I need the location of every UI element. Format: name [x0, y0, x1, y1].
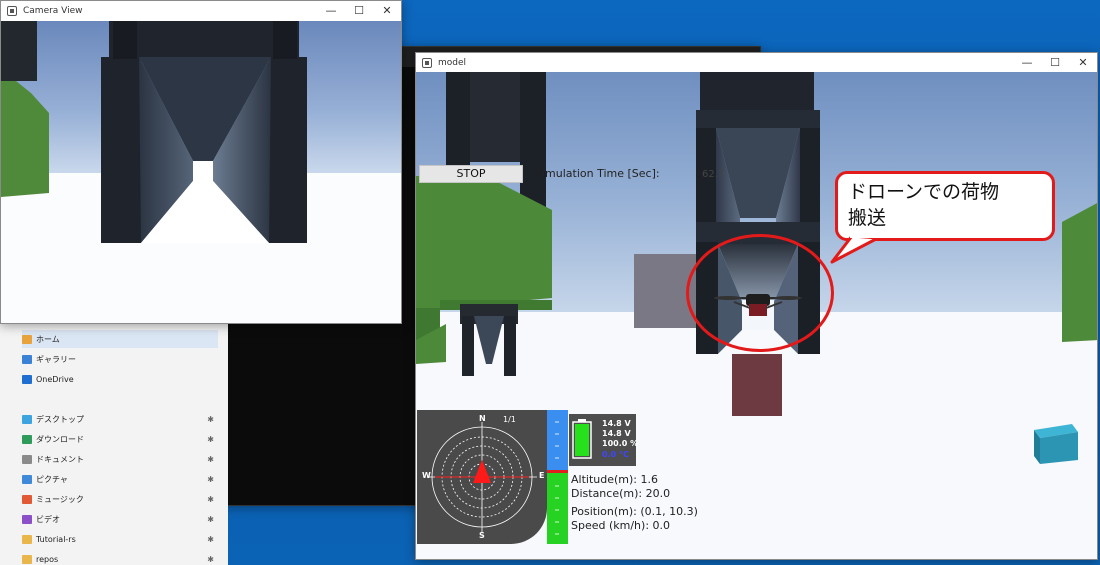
simulation-time-label: Simulation Time [Sec]: [535, 167, 660, 180]
window-title: Camera View [23, 6, 83, 16]
nav-item[interactable]: ピクチャ ✱ [22, 470, 218, 488]
pin-icon[interactable]: ✱ [207, 455, 214, 464]
compass-east: E [539, 471, 545, 480]
annotation-callout: ドローンでの荷物 搬送 [835, 171, 1055, 241]
battery-panel: 14.8 V 14.8 V 100.0 % 0.0 °C [569, 414, 639, 466]
music-icon [22, 494, 32, 504]
nav-item-label: ビデオ [36, 514, 60, 524]
compass-radar [427, 422, 537, 532]
close-button[interactable]: ✕ [373, 1, 401, 21]
nav-item-label: ピクチャ [36, 474, 68, 484]
simulation-titlebar[interactable]: model — ☐ ✕ [416, 53, 1097, 72]
altitude-readout: Altitude(m): 1.6 [571, 473, 658, 486]
stop-button[interactable]: STOP [419, 165, 523, 183]
file-explorer-window[interactable]: ホーム ギャラリー OneDrive デスクトップ ✱ ダウンロード ✱ ドキュメント ✱ ピクチ… [0, 322, 228, 565]
video-icon [22, 514, 32, 524]
nav-item[interactable]: ギャラリー [22, 350, 218, 368]
nav-item[interactable]: ダウンロード ✱ [22, 430, 218, 448]
nav-item[interactable]: ビデオ ✱ [22, 510, 218, 528]
battery-percent: 100.0 % [602, 439, 639, 448]
maximize-button[interactable]: ☐ [1041, 53, 1069, 73]
compass-north: N [479, 414, 486, 423]
pin-icon[interactable]: ✱ [207, 435, 214, 444]
compass-page: 1/1 [503, 415, 516, 424]
compass-west: W [422, 471, 431, 480]
heading-arrow-icon [473, 460, 491, 483]
nav-item-label: ドキュメント [36, 454, 84, 464]
nav-item[interactable]: repos ✱ [22, 550, 218, 565]
minimize-button[interactable]: — [317, 1, 345, 21]
simulation-time-value: 62.7 [702, 169, 725, 180]
window-app-icon [7, 6, 17, 16]
nav-item-label: Tutorial-rs [36, 534, 76, 544]
camera-titlebar[interactable]: Camera View — ☐ ✕ [1, 1, 401, 21]
nav-item-label: repos [36, 554, 59, 564]
camera-scene [1, 21, 401, 323]
documents-icon [22, 454, 32, 464]
battery-voltage-1: 14.8 V [602, 419, 631, 428]
highlight-ring [686, 234, 834, 352]
close-button[interactable]: ✕ [1069, 53, 1097, 73]
compass-panel: N 1/1 S W E [417, 410, 547, 544]
onedrive-icon [22, 374, 32, 384]
folder-icon [22, 534, 32, 544]
pictures-icon [22, 474, 32, 484]
pin-icon[interactable]: ✱ [207, 495, 214, 504]
nav-item[interactable]: OneDrive [22, 370, 218, 388]
nav-item-label: ミュージック [36, 494, 84, 504]
distance-readout: Distance(m): 20.0 [571, 487, 671, 500]
gallery-icon [22, 354, 32, 364]
download-icon [22, 434, 32, 444]
nav-item-label: ホーム [36, 334, 60, 344]
pin-icon[interactable]: ✱ [207, 515, 214, 524]
pin-icon[interactable]: ✱ [207, 555, 214, 564]
camera-view-window[interactable]: Camera View — ☐ ✕ [0, 0, 402, 324]
nav-item-label: OneDrive [36, 374, 74, 384]
speed-readout: Speed (km/h): 0.0 [571, 519, 671, 532]
nav-item[interactable]: デスクトップ ✱ [22, 410, 218, 428]
nav-item-label: ギャラリー [36, 354, 76, 364]
nav-item[interactable]: ミュージック ✱ [22, 490, 218, 508]
maximize-button[interactable]: ☐ [345, 1, 373, 21]
nav-item[interactable]: ホーム [22, 330, 218, 348]
home-icon [22, 334, 32, 344]
pin-icon[interactable]: ✱ [207, 535, 214, 544]
callout-line-1: ドローンでの荷物 [848, 181, 1000, 203]
battery-voltage-2: 14.8 V [602, 429, 631, 438]
pin-icon[interactable]: ✱ [207, 415, 214, 424]
minimize-button[interactable]: — [1013, 53, 1041, 73]
camera-viewport [1, 21, 401, 323]
nav-item[interactable]: ドキュメント ✱ [22, 450, 218, 468]
battery-temperature: 0.0 °C [602, 450, 629, 459]
nav-item-label: デスクトップ [36, 414, 84, 424]
compass-south: S [479, 531, 485, 540]
window-title: model [438, 57, 467, 68]
callout-line-2: 搬送 [848, 207, 887, 229]
pin-icon[interactable]: ✱ [207, 475, 214, 484]
battery-icon [572, 419, 592, 459]
nav-item[interactable]: Tutorial-rs ✱ [22, 530, 218, 548]
folder-icon [22, 554, 32, 564]
position-readout: Position(m): (0.1, 10.3) [571, 505, 698, 518]
nav-item-label: ダウンロード [36, 434, 84, 444]
desktop-icon [22, 414, 32, 424]
unity-app-icon [422, 57, 432, 68]
altitude-gauge [547, 410, 568, 544]
